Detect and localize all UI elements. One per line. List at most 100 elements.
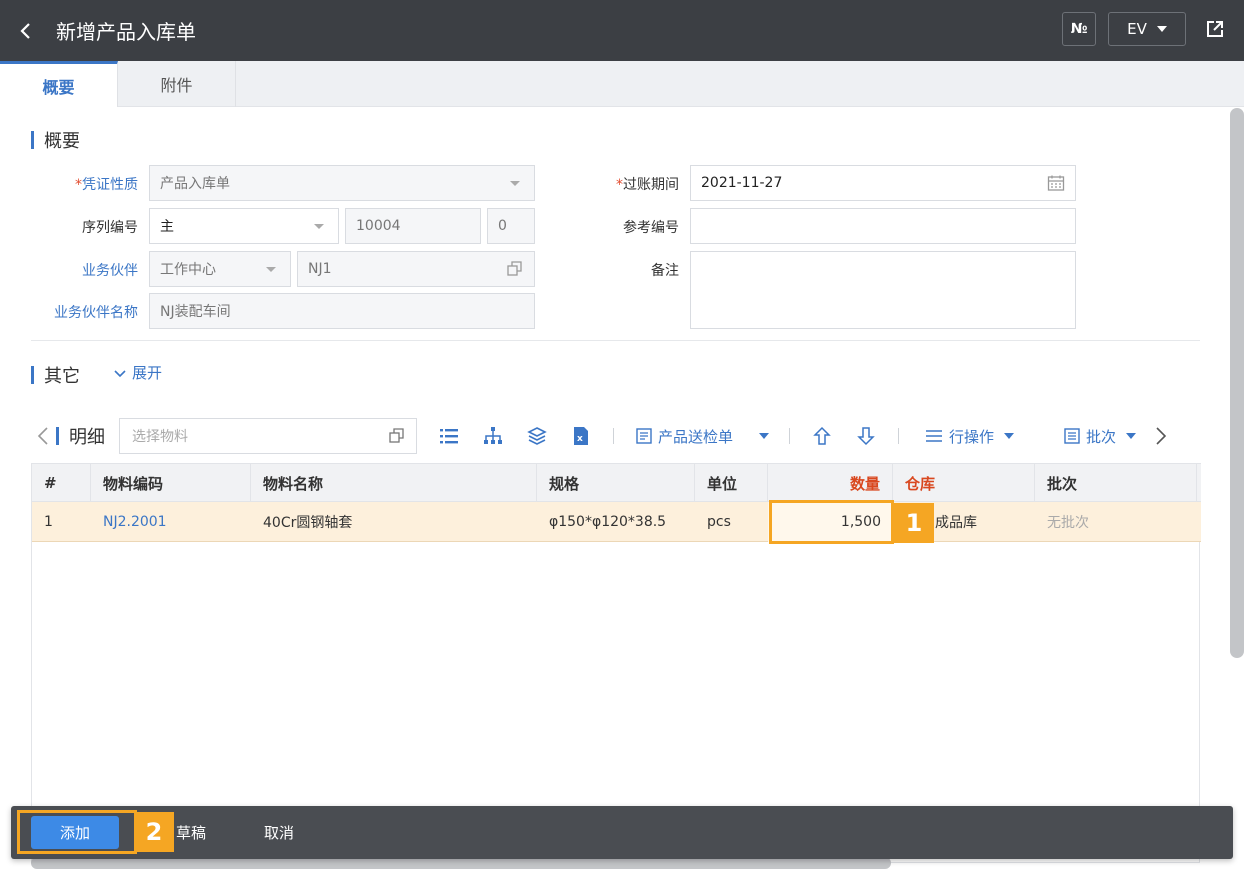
partner-label: 业务伙伴 <box>82 263 138 279</box>
annotation-badge-1: 1 <box>894 503 934 543</box>
section-detail-label: 明细 <box>69 427 105 448</box>
batch-button[interactable]: 批次 <box>1064 426 1137 447</box>
menu-icon <box>926 430 943 442</box>
document-icon <box>636 428 652 444</box>
sequence-number-field[interactable]: 10004 <box>345 208 481 244</box>
sequence-select[interactable]: 主 <box>149 208 339 244</box>
material-unit: pcs <box>707 514 731 530</box>
sequence-label: 序列编号 <box>82 220 138 236</box>
calendar-icon[interactable] <box>1047 174 1065 196</box>
divider <box>31 340 1200 341</box>
voucher-type-value: 产品入库单 <box>160 176 230 192</box>
toolbar-separator <box>898 428 900 444</box>
move-down-icon[interactable] <box>854 424 878 448</box>
back-button[interactable] <box>0 0 52 61</box>
chevron-right-icon <box>1156 427 1167 445</box>
numbering-button[interactable]: № <box>1062 12 1096 46</box>
annotation-badge-2: 2 <box>134 812 174 852</box>
row-operations-button[interactable]: 行操作 <box>925 426 1015 447</box>
section-other-title: 其它 <box>31 362 80 388</box>
caret-down-icon <box>1004 433 1015 439</box>
list-icon[interactable] <box>437 424 461 448</box>
cancel-button[interactable]: 取消 <box>264 822 294 843</box>
partner-type-select[interactable]: 工作中心 <box>149 251 291 287</box>
excel-icon[interactable]: x <box>569 424 593 448</box>
caret-down-icon <box>1126 433 1137 439</box>
expand-button[interactable]: 展开 <box>114 362 162 383</box>
quantity-highlight <box>769 500 894 544</box>
batch-label: 批次 <box>1086 427 1117 446</box>
material-search-input[interactable]: 选择物料 <box>119 418 417 454</box>
posting-period-field[interactable]: 2021-11-27 <box>690 165 1076 201</box>
caret-down-icon <box>266 267 276 272</box>
column-header-spec[interactable]: 规格 <box>537 464 695 502</box>
inspection-button[interactable]: 产品送检单 <box>636 426 733 447</box>
partner-name-field[interactable]: NJ装配车间 <box>149 293 535 329</box>
scroll-right-button[interactable] <box>1154 426 1168 446</box>
partner-name-label: 业务伙伴名称 <box>54 305 138 321</box>
copy-icon[interactable] <box>506 260 524 282</box>
material-code-link[interactable]: NJ2.2001 <box>91 502 251 542</box>
caret-down-icon[interactable] <box>759 433 770 439</box>
caret-down-icon <box>510 181 520 186</box>
posting-period-label: *过账期间 <box>616 177 679 193</box>
bottom-action-bar: 添加 2 草稿 取消 <box>11 806 1233 859</box>
copy-icon[interactable] <box>388 427 406 449</box>
chevron-left-icon <box>37 427 48 445</box>
ev-label: EV <box>1127 20 1147 38</box>
layers-icon[interactable] <box>525 424 549 448</box>
toolbar-separator <box>613 428 614 444</box>
partner-code-value: NJ1 <box>308 261 332 277</box>
material-placeholder: 选择物料 <box>132 429 188 445</box>
tab-bar: 概要 附件 <box>0 61 1244 107</box>
move-up-icon[interactable] <box>810 424 834 448</box>
column-header-index[interactable]: # <box>32 464 91 502</box>
tab-summary[interactable]: 概要 <box>0 61 118 107</box>
caret-down-icon <box>314 224 324 229</box>
batch-icon <box>1064 428 1080 444</box>
detail-table: # 物料编码 物料名称 规格 单位 数量 仓库 批次 1 NJ2.2001 40… <box>31 463 1201 863</box>
sequence-suffix-field[interactable]: 0 <box>487 208 535 244</box>
material-name: 40Cr圆钢轴套 <box>263 515 353 531</box>
partner-type-value: 工作中心 <box>160 262 216 278</box>
column-header-name[interactable]: 物料名称 <box>251 464 537 502</box>
section-summary-label: 概要 <box>44 131 80 152</box>
hierarchy-icon[interactable] <box>481 424 505 448</box>
column-header-warehouse[interactable]: 仓库 <box>893 464 1035 502</box>
column-header-code[interactable]: 物料编码 <box>91 464 251 502</box>
detail-toolbar: 明细 选择物料 x 产品送检单 行操作 批次 <box>36 418 1206 454</box>
ev-dropdown[interactable]: EV <box>1108 12 1186 46</box>
page-title: 新增产品入库单 <box>56 20 196 44</box>
table-header: # 物料编码 物料名称 规格 单位 数量 仓库 批次 <box>32 463 1201 502</box>
voucher-type-select[interactable]: 产品入库单 <box>149 165 535 201</box>
vertical-scrollbar[interactable] <box>1230 108 1244 658</box>
chevron-down-icon <box>114 369 126 377</box>
tab-attachments[interactable]: 附件 <box>118 61 236 107</box>
reference-no-label: 参考编号 <box>623 220 679 236</box>
svg-text:x: x <box>577 434 583 444</box>
table-row[interactable]: 1 NJ2.2001 40Cr圆钢轴套 φ150*φ120*38.5 pcs 1… <box>32 502 1201 542</box>
add-button[interactable]: 添加 <box>31 816 119 849</box>
scroll-left-button[interactable] <box>36 426 50 446</box>
batch-cell[interactable]: 无批次 <box>1035 502 1197 542</box>
inspection-label: 产品送检单 <box>658 427 734 446</box>
sequence-value: 主 <box>160 219 174 235</box>
remark-textarea[interactable] <box>690 251 1076 329</box>
toolbar-separator <box>789 428 791 444</box>
section-summary-title: 概要 <box>31 127 80 153</box>
export-button[interactable] <box>1200 12 1230 46</box>
column-header-qty[interactable]: 数量 <box>768 464 893 502</box>
expand-label: 展开 <box>132 364 163 382</box>
save-draft-button[interactable]: 草稿 <box>176 822 206 843</box>
reference-no-input[interactable] <box>690 208 1076 244</box>
material-spec: φ150*φ120*38.5 <box>549 514 667 530</box>
partner-code-field[interactable]: NJ1 <box>297 251 535 287</box>
remark-label: 备注 <box>651 263 679 279</box>
row-index: 1 <box>44 514 53 530</box>
posting-period-value: 2021-11-27 <box>701 175 783 191</box>
app-header: 新增产品入库单 № EV <box>0 0 1244 61</box>
chevron-left-icon <box>20 22 30 39</box>
column-header-unit[interactable]: 单位 <box>695 464 768 502</box>
share-icon <box>1207 21 1223 37</box>
column-header-batch[interactable]: 批次 <box>1035 464 1197 502</box>
